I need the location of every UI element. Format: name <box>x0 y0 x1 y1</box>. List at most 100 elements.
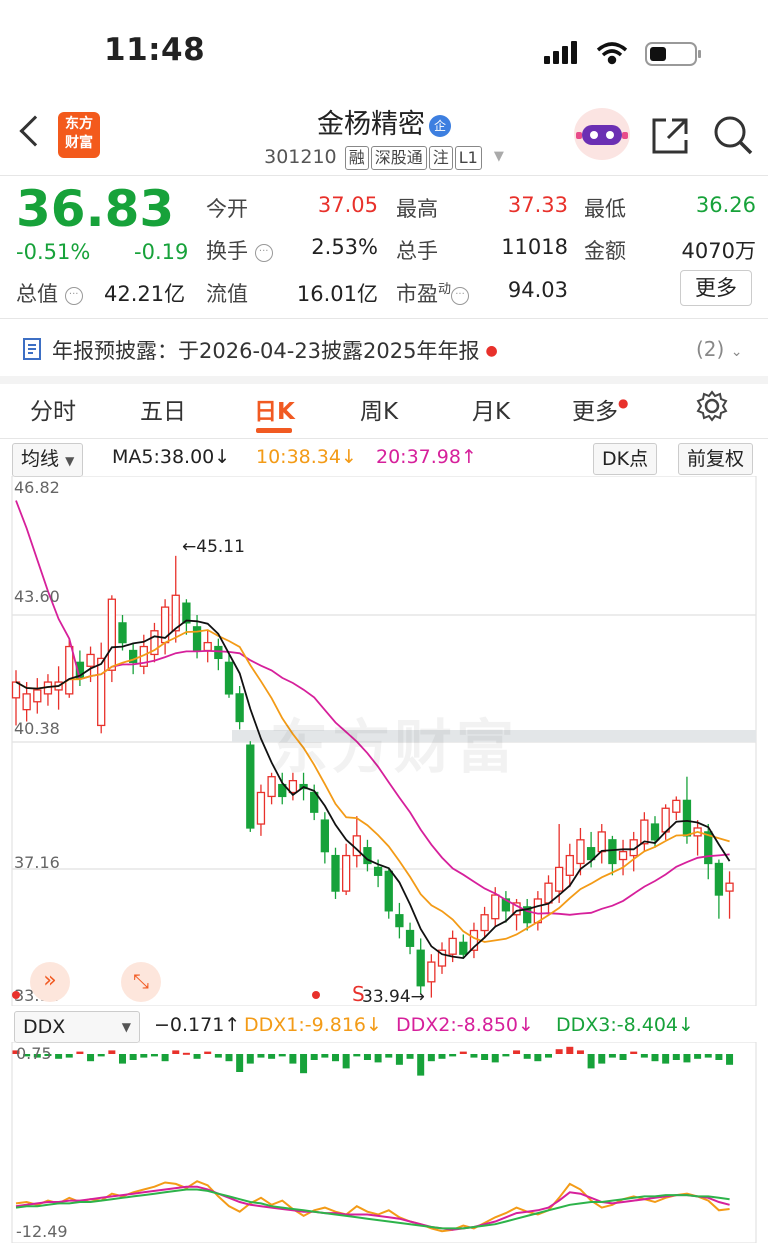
wifi-icon <box>596 42 628 65</box>
low-annotation: 33.94→ <box>362 987 425 1007</box>
ddx1-value: DDX1:-9.816↓ <box>244 1014 382 1036</box>
ddx-bar <box>534 1054 542 1062</box>
ma5-line <box>15 619 731 960</box>
ddx-bar <box>150 1054 158 1057</box>
tab-daily-k[interactable]: 日K <box>254 392 295 426</box>
tab-more[interactable]: 更多● <box>572 392 628 426</box>
ddx-bar <box>715 1054 723 1060</box>
ddx2-line <box>15 1185 730 1231</box>
ddx-chart[interactable] <box>0 1042 768 1243</box>
share-icon[interactable] <box>650 116 690 156</box>
ddx-bar <box>491 1054 499 1063</box>
candle-body <box>555 866 564 892</box>
candle-body <box>235 693 244 723</box>
ddx-bar <box>257 1054 265 1058</box>
ddx-bar <box>236 1054 244 1072</box>
expand-icon[interactable]: » <box>30 962 70 1002</box>
ddx-bar <box>438 1054 446 1059</box>
ddx-bar <box>172 1050 180 1054</box>
float-cap-label: 流值 <box>206 282 248 306</box>
ddx-bar <box>683 1054 691 1063</box>
ddx-bar <box>321 1054 329 1058</box>
ddx-bar <box>140 1054 148 1058</box>
change-pct: -0.51% <box>16 240 91 264</box>
tab-intraday[interactable]: 分时 <box>30 392 76 426</box>
turnover-label[interactable]: 换手 ··· <box>206 235 273 265</box>
dk-point-button[interactable]: DK点 <box>593 443 658 475</box>
settings-gear-icon[interactable] <box>696 390 728 422</box>
tab-monthly-k[interactable]: 月K <box>472 392 510 426</box>
candle-body <box>224 661 234 695</box>
ddx-bar <box>513 1050 521 1054</box>
float-cap-value: 16.01亿 <box>296 282 378 306</box>
ddx-value: −0.171↑ <box>154 1014 241 1036</box>
adjust-button[interactable]: 前复权 <box>678 443 754 475</box>
high-value: 37.33 <box>507 193 568 217</box>
fullscreen-icon[interactable]: ⤡ <box>121 962 161 1002</box>
event-dot[interactable] <box>312 991 320 999</box>
ddx-bar <box>129 1054 137 1060</box>
candle-body <box>405 929 415 947</box>
ddx-bar <box>193 1054 201 1059</box>
ddx-bar <box>481 1054 489 1060</box>
event-dot[interactable] <box>12 991 20 999</box>
ddx-select[interactable]: DDX ▼ <box>14 1011 140 1043</box>
ddx-bar <box>87 1054 95 1062</box>
tab-five-day[interactable]: 五日 <box>140 392 186 426</box>
low-value: 36.26 <box>695 193 756 217</box>
notice-count[interactable]: (2) ⌄ <box>696 337 742 361</box>
ddx-bar <box>704 1054 712 1058</box>
ddx-bar <box>278 1054 286 1057</box>
ddx-bar <box>289 1054 297 1064</box>
candle-body <box>725 882 734 892</box>
chevron-down-icon: ⌄ <box>730 344 743 360</box>
ddx-bar <box>395 1054 403 1065</box>
candle-body <box>22 693 31 711</box>
candle-body <box>640 819 649 845</box>
ma10-value: 10:38.34↓ <box>256 446 357 468</box>
ddx-bar <box>353 1054 361 1057</box>
candle-body <box>86 653 95 667</box>
ddx-bar <box>76 1051 84 1054</box>
turnover-value: 2.53% <box>311 235 378 259</box>
ddx-bar <box>214 1054 222 1058</box>
candle-body <box>650 823 660 841</box>
enterprise-badge: 企 <box>429 115 451 137</box>
ddx3-value: DDX3:-8.404↓ <box>556 1014 694 1036</box>
search-icon[interactable] <box>712 114 754 156</box>
ddx-bar <box>65 1054 73 1058</box>
pe-label[interactable]: 市盈动 ··· <box>396 278 470 308</box>
candle-body <box>214 645 223 660</box>
ddx-bar <box>726 1054 734 1065</box>
candle-body <box>533 898 542 924</box>
tab-weekly-k[interactable]: 周K <box>360 392 398 426</box>
pe-value: 94.03 <box>507 278 568 302</box>
high-annotation: ←45.11 <box>182 537 245 557</box>
notice-banner[interactable]: 年报预披露：于2026-04-23披露2025年年报 ● <box>52 335 498 365</box>
candle-body <box>416 949 425 987</box>
ddx-bar <box>694 1054 702 1059</box>
candle-body <box>65 645 74 695</box>
volume-label: 总手 <box>396 239 438 263</box>
ma-select[interactable]: 均线 ▼ <box>12 443 84 477</box>
assistant-avatar[interactable] <box>574 108 630 160</box>
ddx-bar <box>630 1051 638 1054</box>
candle-body <box>682 799 692 837</box>
more-quote-button[interactable]: 更多 <box>680 270 752 306</box>
ddx-bar <box>119 1054 126 1064</box>
ddx-bar <box>619 1054 627 1060</box>
candle-body <box>384 870 393 912</box>
candle-body <box>714 862 724 896</box>
ddx-bar <box>523 1054 531 1059</box>
ddx-bar <box>246 1054 254 1064</box>
sell-marker: S <box>352 982 365 1006</box>
ddx2-value: DDX2:-8.850↓ <box>396 1014 534 1036</box>
candle-body <box>107 598 116 671</box>
current-price: 36.83 <box>16 180 175 238</box>
candle-body <box>97 657 106 727</box>
total-cap-label[interactable]: 总值 ··· <box>16 278 83 308</box>
document-icon <box>23 338 41 360</box>
candle-body <box>491 894 500 920</box>
y-label: 40.38 <box>14 719 60 738</box>
ddx-bar <box>374 1054 382 1063</box>
